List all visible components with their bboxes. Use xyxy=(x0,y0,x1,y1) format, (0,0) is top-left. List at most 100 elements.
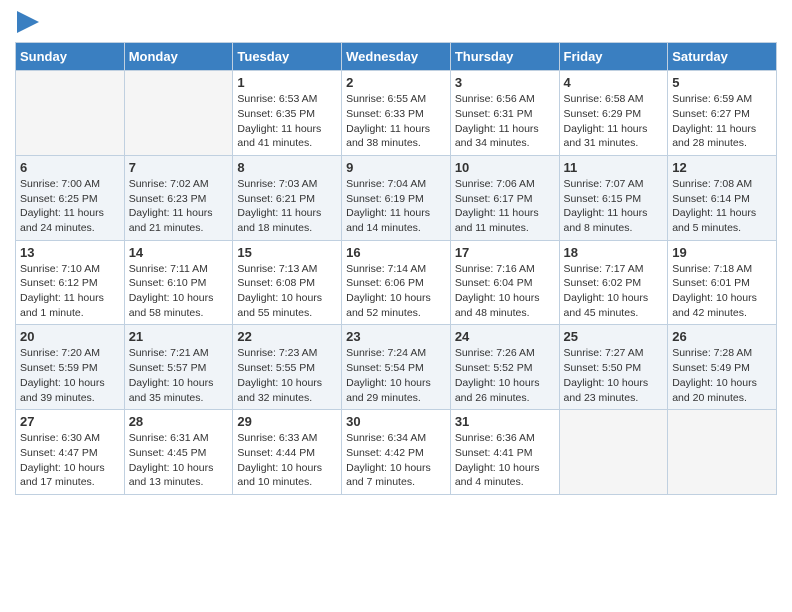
day-info: Sunrise: 7:08 AM Sunset: 6:14 PM Dayligh… xyxy=(672,177,772,236)
day-number: 6 xyxy=(20,160,120,175)
day-info: Sunrise: 7:24 AM Sunset: 5:54 PM Dayligh… xyxy=(346,346,446,405)
calendar-cell: 29 Sunrise: 6:33 AM Sunset: 4:44 PM Dayli… xyxy=(233,410,342,495)
day-number: 16 xyxy=(346,245,446,260)
day-info: Sunrise: 7:00 AM Sunset: 6:25 PM Dayligh… xyxy=(20,177,120,236)
calendar-cell: 27 Sunrise: 6:30 AM Sunset: 4:47 PM Dayli… xyxy=(16,410,125,495)
day-info: Sunrise: 7:16 AM Sunset: 6:04 PM Dayligh… xyxy=(455,262,555,321)
day-info: Sunrise: 7:26 AM Sunset: 5:52 PM Dayligh… xyxy=(455,346,555,405)
calendar-cell: 6 Sunrise: 7:00 AM Sunset: 6:25 PM Daylig… xyxy=(16,155,125,240)
day-number: 25 xyxy=(564,329,664,344)
calendar-cell: 9 Sunrise: 7:04 AM Sunset: 6:19 PM Daylig… xyxy=(342,155,451,240)
calendar-cell: 8 Sunrise: 7:03 AM Sunset: 6:21 PM Daylig… xyxy=(233,155,342,240)
day-number: 20 xyxy=(20,329,120,344)
calendar-cell: 21 Sunrise: 7:21 AM Sunset: 5:57 PM Dayli… xyxy=(124,325,233,410)
calendar-cell: 14 Sunrise: 7:11 AM Sunset: 6:10 PM Dayli… xyxy=(124,240,233,325)
calendar-cell: 24 Sunrise: 7:26 AM Sunset: 5:52 PM Dayli… xyxy=(450,325,559,410)
day-info: Sunrise: 6:56 AM Sunset: 6:31 PM Dayligh… xyxy=(455,92,555,151)
day-number: 21 xyxy=(129,329,229,344)
day-number: 27 xyxy=(20,414,120,429)
page-container: SundayMondayTuesdayWednesdayThursdayFrid… xyxy=(0,0,792,505)
calendar-cell: 28 Sunrise: 6:31 AM Sunset: 4:45 PM Dayli… xyxy=(124,410,233,495)
calendar-week-row: 1Sunrise: 6:53 AM Sunset: 6:35 PM Daylig… xyxy=(16,71,777,156)
day-number: 1 xyxy=(237,75,337,90)
day-number: 18 xyxy=(564,245,664,260)
calendar-cell xyxy=(668,410,777,495)
calendar-cell: 12 Sunrise: 7:08 AM Sunset: 6:14 PM Dayli… xyxy=(668,155,777,240)
calendar-cell: 11 Sunrise: 7:07 AM Sunset: 6:15 PM Dayli… xyxy=(559,155,668,240)
day-info: Sunrise: 7:06 AM Sunset: 6:17 PM Dayligh… xyxy=(455,177,555,236)
calendar-cell: 15 Sunrise: 7:13 AM Sunset: 6:08 PM Dayli… xyxy=(233,240,342,325)
day-info: Sunrise: 6:33 AM Sunset: 4:44 PM Dayligh… xyxy=(237,431,337,490)
day-number: 7 xyxy=(129,160,229,175)
calendar-cell: 17 Sunrise: 7:16 AM Sunset: 6:04 PM Dayli… xyxy=(450,240,559,325)
day-number: 10 xyxy=(455,160,555,175)
day-number: 11 xyxy=(564,160,664,175)
day-header: Monday xyxy=(124,43,233,71)
day-number: 23 xyxy=(346,329,446,344)
day-number: 14 xyxy=(129,245,229,260)
day-info: Sunrise: 6:58 AM Sunset: 6:29 PM Dayligh… xyxy=(564,92,664,151)
day-number: 12 xyxy=(672,160,772,175)
day-info: Sunrise: 7:02 AM Sunset: 6:23 PM Dayligh… xyxy=(129,177,229,236)
calendar-cell: 2 Sunrise: 6:55 AM Sunset: 6:33 PM Daylig… xyxy=(342,71,451,156)
day-header: Sunday xyxy=(16,43,125,71)
calendar-week-row: 6 Sunrise: 7:00 AM Sunset: 6:25 PM Daylig… xyxy=(16,155,777,240)
calendar-week-row: 13Sunrise: 7:10 AM Sunset: 6:12 PM Dayli… xyxy=(16,240,777,325)
day-info: Sunrise: 6:55 AM Sunset: 6:33 PM Dayligh… xyxy=(346,92,446,151)
calendar-cell: 3 Sunrise: 6:56 AM Sunset: 6:31 PM Daylig… xyxy=(450,71,559,156)
day-number: 24 xyxy=(455,329,555,344)
day-number: 19 xyxy=(672,245,772,260)
calendar-header-row: SundayMondayTuesdayWednesdayThursdayFrid… xyxy=(16,43,777,71)
logo-icon xyxy=(17,11,39,33)
day-number: 15 xyxy=(237,245,337,260)
calendar-cell xyxy=(124,71,233,156)
day-number: 31 xyxy=(455,414,555,429)
day-header: Tuesday xyxy=(233,43,342,71)
day-number: 4 xyxy=(564,75,664,90)
day-info: Sunrise: 6:30 AM Sunset: 4:47 PM Dayligh… xyxy=(20,431,120,490)
calendar-cell: 31 Sunrise: 6:36 AM Sunset: 4:41 PM Dayli… xyxy=(450,410,559,495)
day-info: Sunrise: 7:07 AM Sunset: 6:15 PM Dayligh… xyxy=(564,177,664,236)
day-number: 26 xyxy=(672,329,772,344)
day-number: 8 xyxy=(237,160,337,175)
calendar-cell: 26 Sunrise: 7:28 AM Sunset: 5:49 PM Dayli… xyxy=(668,325,777,410)
day-header: Wednesday xyxy=(342,43,451,71)
day-info: Sunrise: 7:21 AM Sunset: 5:57 PM Dayligh… xyxy=(129,346,229,405)
calendar-cell xyxy=(559,410,668,495)
calendar-body: 1Sunrise: 6:53 AM Sunset: 6:35 PM Daylig… xyxy=(16,71,777,495)
calendar-cell: 30Sunrise: 6:34 AM Sunset: 4:42 PM Dayli… xyxy=(342,410,451,495)
calendar-cell xyxy=(16,71,125,156)
calendar-cell: 10 Sunrise: 7:06 AM Sunset: 6:17 PM Dayli… xyxy=(450,155,559,240)
calendar-cell: 16 Sunrise: 7:14 AM Sunset: 6:06 PM Dayli… xyxy=(342,240,451,325)
day-info: Sunrise: 6:36 AM Sunset: 4:41 PM Dayligh… xyxy=(455,431,555,490)
calendar-table: SundayMondayTuesdayWednesdayThursdayFrid… xyxy=(15,42,777,495)
day-number: 5 xyxy=(672,75,772,90)
day-number: 29 xyxy=(237,414,337,429)
day-info: Sunrise: 7:04 AM Sunset: 6:19 PM Dayligh… xyxy=(346,177,446,236)
day-number: 9 xyxy=(346,160,446,175)
day-info: Sunrise: 7:11 AM Sunset: 6:10 PM Dayligh… xyxy=(129,262,229,321)
day-info: Sunrise: 6:31 AM Sunset: 4:45 PM Dayligh… xyxy=(129,431,229,490)
calendar-week-row: 27 Sunrise: 6:30 AM Sunset: 4:47 PM Dayli… xyxy=(16,410,777,495)
calendar-cell: 13Sunrise: 7:10 AM Sunset: 6:12 PM Dayli… xyxy=(16,240,125,325)
day-number: 13 xyxy=(20,245,120,260)
day-info: Sunrise: 7:03 AM Sunset: 6:21 PM Dayligh… xyxy=(237,177,337,236)
day-info: Sunrise: 7:13 AM Sunset: 6:08 PM Dayligh… xyxy=(237,262,337,321)
day-number: 28 xyxy=(129,414,229,429)
day-number: 17 xyxy=(455,245,555,260)
day-info: Sunrise: 7:17 AM Sunset: 6:02 PM Dayligh… xyxy=(564,262,664,321)
day-number: 3 xyxy=(455,75,555,90)
logo xyxy=(15,10,39,34)
day-number: 22 xyxy=(237,329,337,344)
calendar-cell: 19 Sunrise: 7:18 AM Sunset: 6:01 PM Dayli… xyxy=(668,240,777,325)
day-info: Sunrise: 7:28 AM Sunset: 5:49 PM Dayligh… xyxy=(672,346,772,405)
calendar-cell: 23 Sunrise: 7:24 AM Sunset: 5:54 PM Dayli… xyxy=(342,325,451,410)
day-number: 2 xyxy=(346,75,446,90)
day-header: Thursday xyxy=(450,43,559,71)
calendar-cell: 20 Sunrise: 7:20 AM Sunset: 5:59 PM Dayli… xyxy=(16,325,125,410)
calendar-cell: 1Sunrise: 6:53 AM Sunset: 6:35 PM Daylig… xyxy=(233,71,342,156)
day-info: Sunrise: 7:18 AM Sunset: 6:01 PM Dayligh… xyxy=(672,262,772,321)
day-info: Sunrise: 7:14 AM Sunset: 6:06 PM Dayligh… xyxy=(346,262,446,321)
day-info: Sunrise: 7:20 AM Sunset: 5:59 PM Dayligh… xyxy=(20,346,120,405)
day-header: Saturday xyxy=(668,43,777,71)
